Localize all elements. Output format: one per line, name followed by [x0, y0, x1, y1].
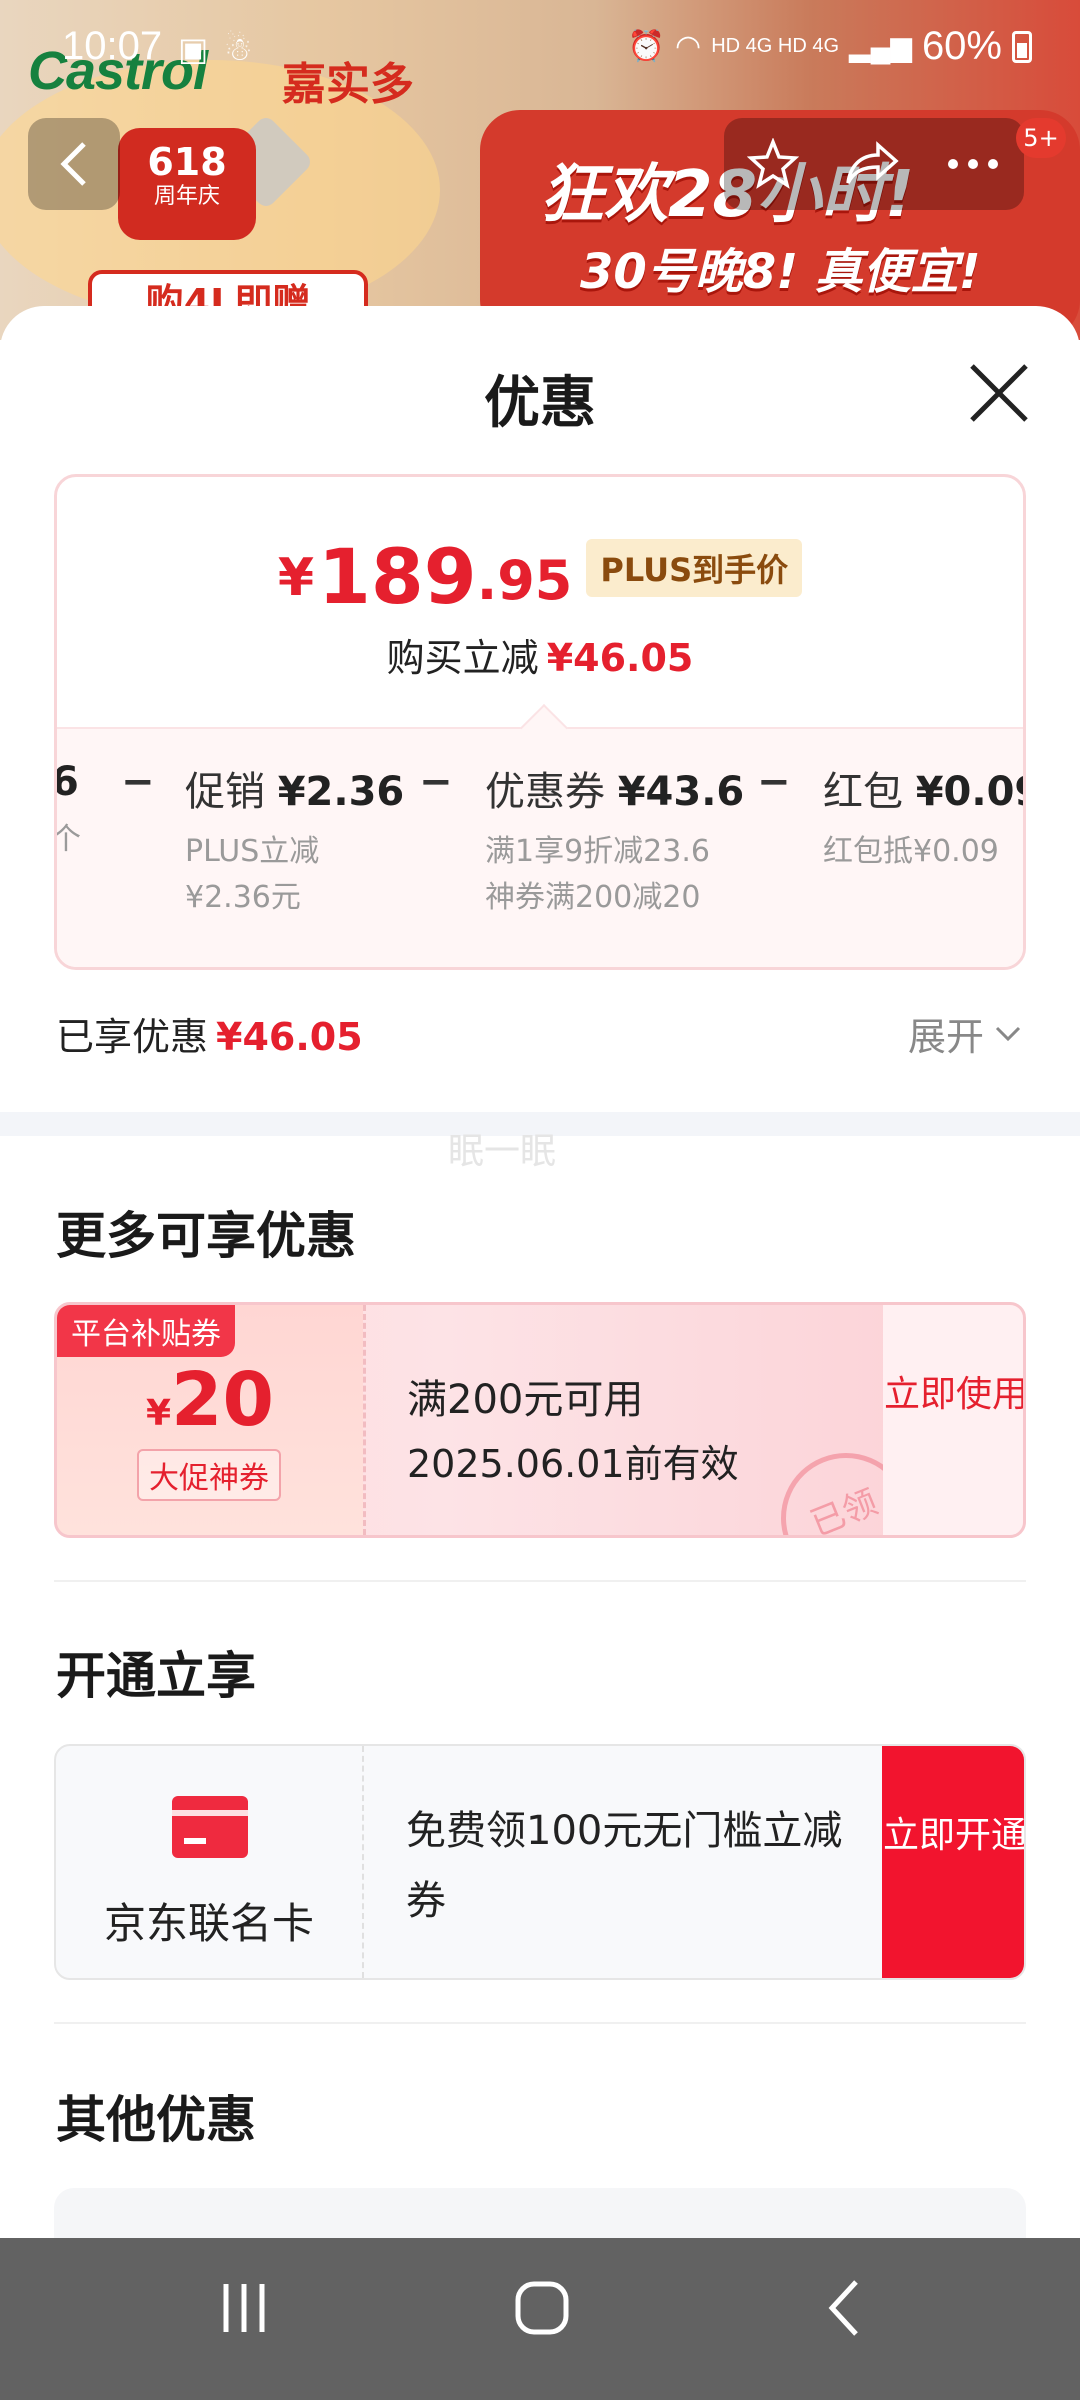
enjoyed-value: ¥46.05	[216, 1015, 363, 1059]
chevron-down-icon	[995, 1026, 1021, 1041]
favorite-star-icon[interactable]	[746, 138, 799, 190]
status-time: 10:07	[62, 24, 163, 68]
signal-icon: ▂▄▆	[849, 31, 912, 62]
expand-label: 展开	[908, 1015, 985, 1059]
back-nav-icon[interactable]	[820, 2278, 870, 2338]
breakdown-sub: ¥2.36元	[185, 880, 301, 915]
screen: Castrol 嘉实多 618 周年庆 购4L即赠 狂欢28小时! 30号晚8!…	[0, 0, 1080, 2400]
price-currency: ¥	[277, 548, 315, 608]
top-action-group	[724, 118, 1024, 210]
back-arrow-icon	[60, 142, 86, 186]
minus-sign: −	[121, 759, 155, 805]
discount-breakdown: 6 个 − 促销 ¥2.36 PLUS立减 ¥2.36元 − 优惠券 ¥43.6…	[54, 703, 1023, 967]
banner-subline: 30号晚8! 真便宜!	[580, 244, 981, 300]
more-offers-title: 更多可享优惠	[56, 1207, 356, 1265]
price-summary-card: ¥ 189 .95 PLUS到手价 购买立减¥46.05 6 个 −	[54, 474, 1026, 970]
watermark-text: 眠一眠	[448, 1131, 557, 1172]
anniversary-badge: 618 周年庆	[118, 128, 256, 240]
coupon-type-tag: 平台补贴券	[57, 1305, 235, 1357]
breakdown-sub: 满1享9折减23.6	[485, 834, 710, 869]
use-coupon-button[interactable]: 立即使用	[883, 1305, 1023, 1535]
breakdown-amount: ¥0.09	[915, 769, 1023, 815]
network-label: HD 4G HD 4G	[711, 35, 840, 57]
price-integer: 189	[318, 532, 477, 621]
breakdown-sub: 个	[54, 822, 81, 857]
battery-percent: 60%	[921, 24, 1002, 68]
reduction-label: 购买立减	[386, 636, 539, 680]
breakdown-label: 红包	[823, 769, 903, 815]
coupon-currency: ¥	[145, 1393, 172, 1434]
minus-sign: −	[757, 759, 791, 805]
breakdown-sub: 红包抵¥0.09	[823, 834, 999, 869]
notification-icon: ▣	[178, 30, 209, 68]
enjoyed-label: 已享优惠	[56, 1015, 209, 1059]
breakdown-amount: ¥43.6	[617, 769, 745, 815]
status-bar: 10:07 ▣ ☃ ⏰ ◠ HD 4G HD 4G ▂▄▆ 60%	[0, 0, 1080, 100]
other-offers-title: 其他优惠	[56, 2091, 256, 2149]
breakdown-item-cut: 6 个	[54, 759, 81, 863]
badge-number: 618	[147, 140, 227, 184]
platform-coupon-card[interactable]: 平台补贴券 ¥20 大促神券 满200元可用 2025.06.01前有效 已领 …	[54, 1302, 1026, 1538]
breakdown-sub: PLUS立减	[185, 834, 320, 869]
price-summary-top: ¥ 189 .95 PLUS到手价 购买立减 ¥46.05	[57, 477, 1023, 727]
status-indicators: ⏰ ◠ HD 4G HD 4G ▂▄▆ 60%	[628, 24, 1032, 69]
cobrand-card-offer[interactable]: 京东联名卡 免费领100元无门槛立减券 立即开通	[54, 1744, 1026, 1980]
membership-title: 开通立享	[56, 1647, 256, 1705]
open-card-button[interactable]: 立即开通	[882, 1746, 1024, 1978]
reduction-value: ¥46.05	[546, 636, 694, 680]
price-decimal: .95	[476, 549, 573, 612]
coupon-perforation	[363, 1305, 366, 1535]
card-name: 京东联名卡	[103, 1899, 314, 1948]
card-offer-description: 免费领100元无门槛立减券	[406, 1808, 843, 1924]
battery-icon	[1012, 30, 1032, 63]
breakdown-label: 优惠券	[485, 769, 605, 815]
close-icon[interactable]	[964, 358, 1034, 428]
enjoyed-discount: 已享优惠 ¥46.05	[56, 1006, 363, 1061]
purchase-reduction: 购买立减 ¥46.05	[57, 627, 1023, 682]
cart-count-badge: 5+	[1016, 118, 1066, 158]
breakdown-item-coupon: 优惠券 ¥43.6 满1享9折减23.6 神券满200减20	[485, 759, 744, 921]
alarm-icon: ⏰	[627, 30, 666, 63]
share-icon[interactable]	[844, 139, 900, 189]
wifi-icon: ◠	[675, 30, 702, 63]
coupon-kind-label: 大促神券	[137, 1449, 281, 1501]
divider	[54, 1580, 1026, 1582]
final-price: ¥ 189 .95	[278, 537, 573, 617]
home-icon[interactable]	[512, 2278, 572, 2338]
coupon-condition: 满200元可用	[407, 1377, 644, 1423]
breakdown-label: 促销	[185, 769, 265, 815]
breakdown-item-promotion: 促销 ¥2.36 PLUS立减 ¥2.36元	[185, 759, 404, 921]
coupon-validity: 2025.06.01前有效	[407, 1442, 739, 1486]
divider	[54, 2022, 1026, 2024]
final-price-row: ¥ 189 .95 PLUS到手价	[57, 537, 1023, 617]
expand-button[interactable]: 展开	[908, 1006, 1022, 1061]
sheet-title: 优惠	[484, 371, 596, 436]
back-button[interactable]	[28, 118, 120, 210]
system-nav-bar	[0, 2238, 1080, 2400]
credit-card-icon	[172, 1796, 248, 1858]
coupon-amount: ¥20	[57, 1357, 363, 1443]
breakdown-sub: 神券满200减20	[485, 880, 701, 915]
breakdown-item-redpacket: 红包 ¥0.09 红包抵¥0.09	[823, 759, 1023, 875]
minus-sign: −	[419, 759, 453, 805]
coupon-value: 20	[171, 1357, 275, 1443]
badge-text: 周年庆	[153, 184, 220, 209]
breakdown-amount: 6	[57, 759, 79, 805]
breakdown-amount: ¥2.36	[277, 769, 405, 815]
more-options-icon[interactable]	[945, 154, 1001, 174]
app-notification-icon: ☃	[224, 30, 253, 68]
recent-apps-icon[interactable]	[214, 2278, 274, 2338]
plus-price-tag: PLUS到手价	[586, 539, 803, 597]
card-perforation	[362, 1746, 364, 1978]
